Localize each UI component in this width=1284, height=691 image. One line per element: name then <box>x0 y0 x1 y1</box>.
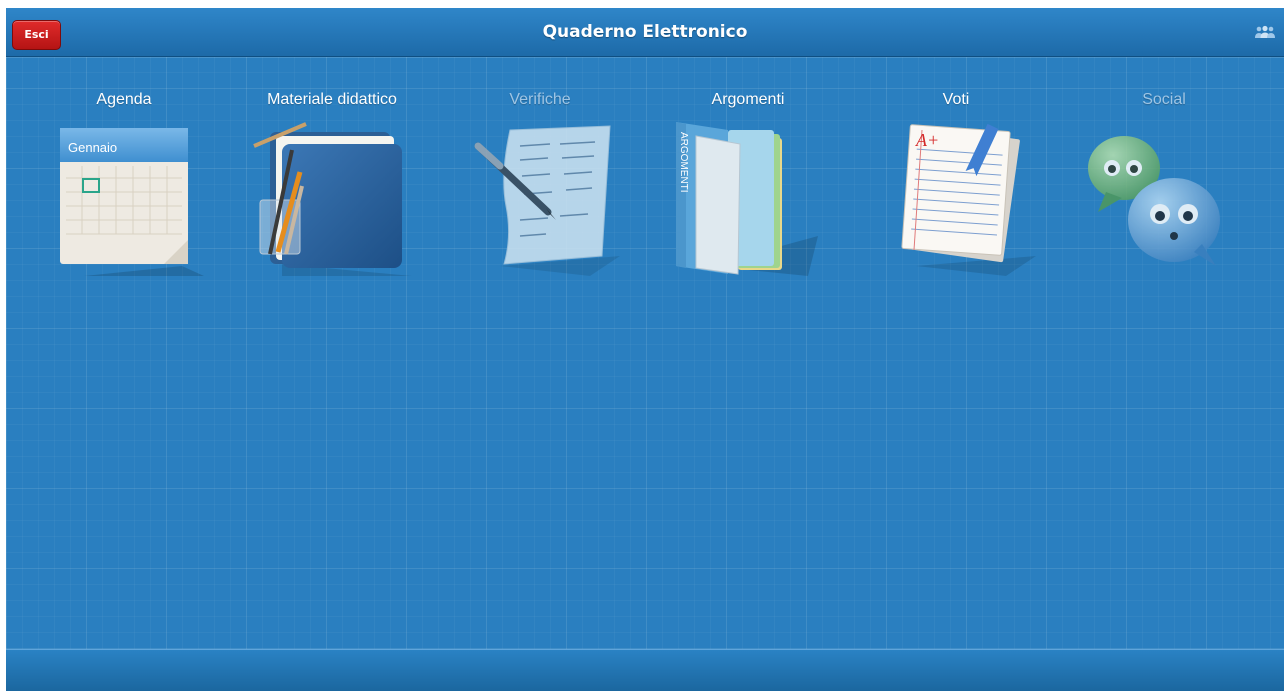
tile-argomenti[interactable]: Argomenti ARGOMENTI <box>648 88 848 283</box>
footer-bar <box>6 649 1284 691</box>
header-bar: Esci Quaderno Elettronico <box>6 8 1284 57</box>
tile-label-voti: Voti <box>942 91 970 108</box>
folders-icon: ARGOMENTI <box>676 122 818 276</box>
chat-bubbles-icon <box>1088 136 1220 266</box>
tile-agenda[interactable]: Agenda Gennaio <box>24 88 224 283</box>
calendar-icon: Gennaio <box>60 128 204 276</box>
tile-label-materiale-didattico: Materiale didattico <box>267 91 397 108</box>
tile-verifiche[interactable]: Verifiche <box>440 88 640 283</box>
app-frame: Esci Quaderno Elettronico Agenda Gennaio… <box>6 8 1284 691</box>
grade-mark: A+ <box>915 130 939 150</box>
graded-paper-icon: A+ <box>901 123 1036 276</box>
module-grid: Agenda Gennaio Materiale didattico Verif… <box>6 88 1284 288</box>
folder-pencils-icon <box>253 122 412 276</box>
tile-materiale-didattico[interactable]: Materiale didattico <box>232 88 432 283</box>
test-paper-pen-icon <box>474 125 620 276</box>
page-title: Quaderno Elettronico <box>542 22 748 42</box>
tile-label-argomenti: Argomenti <box>711 91 785 108</box>
tile-social[interactable]: Social <box>1064 88 1264 283</box>
tile-label-verifiche: Verifiche <box>509 91 571 108</box>
folder-spine-label: ARGOMENTI <box>678 132 689 193</box>
calendar-month-label: Gennaio <box>68 140 117 155</box>
tile-label-agenda: Agenda <box>96 91 152 108</box>
tile-voti[interactable]: Voti A+ <box>856 88 1056 283</box>
tile-label-social: Social <box>1142 91 1186 108</box>
users-icon[interactable] <box>1254 25 1276 39</box>
